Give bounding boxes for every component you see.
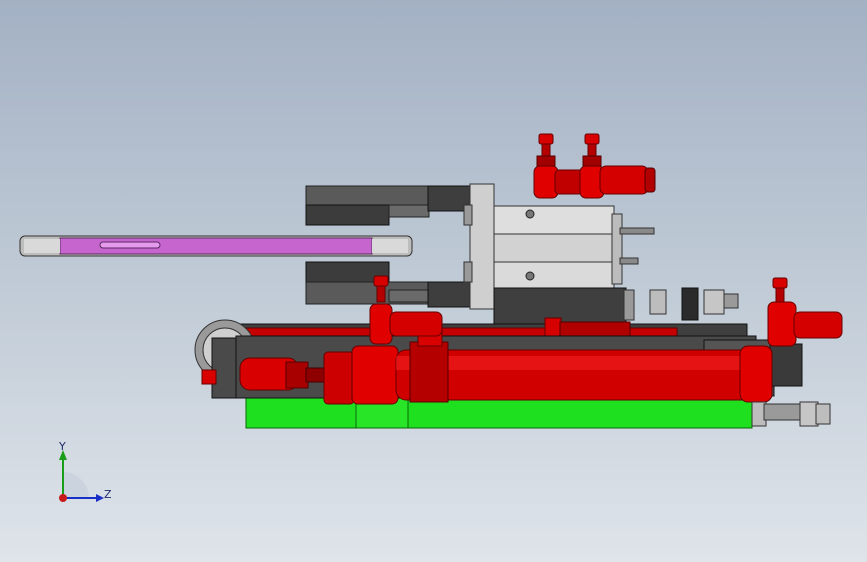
bolt-upper-right[interactable]	[649, 287, 739, 321]
top-fitting-right[interactable]	[579, 133, 656, 199]
top-fitting-left[interactable]	[533, 133, 586, 199]
cad-assembly-view[interactable]	[0, 0, 867, 562]
triad-graphic	[59, 450, 104, 502]
linear-rail[interactable]	[236, 317, 748, 337]
bolt-lower-right[interactable]	[751, 401, 831, 427]
gripper-cylinder-body[interactable]	[463, 183, 655, 325]
right-fitting[interactable]	[767, 277, 843, 347]
workpiece-purple-part[interactable]	[19, 235, 413, 257]
graphics-viewport[interactable]: Y Z	[0, 0, 867, 562]
gripper-upper-jaw[interactable]	[305, 185, 473, 226]
axis-triad: Y Z	[40, 436, 120, 516]
triad-z-label: Z	[104, 488, 112, 501]
triad-y-label: Y	[59, 440, 66, 453]
gripper-lower-jaw[interactable]	[305, 261, 473, 308]
